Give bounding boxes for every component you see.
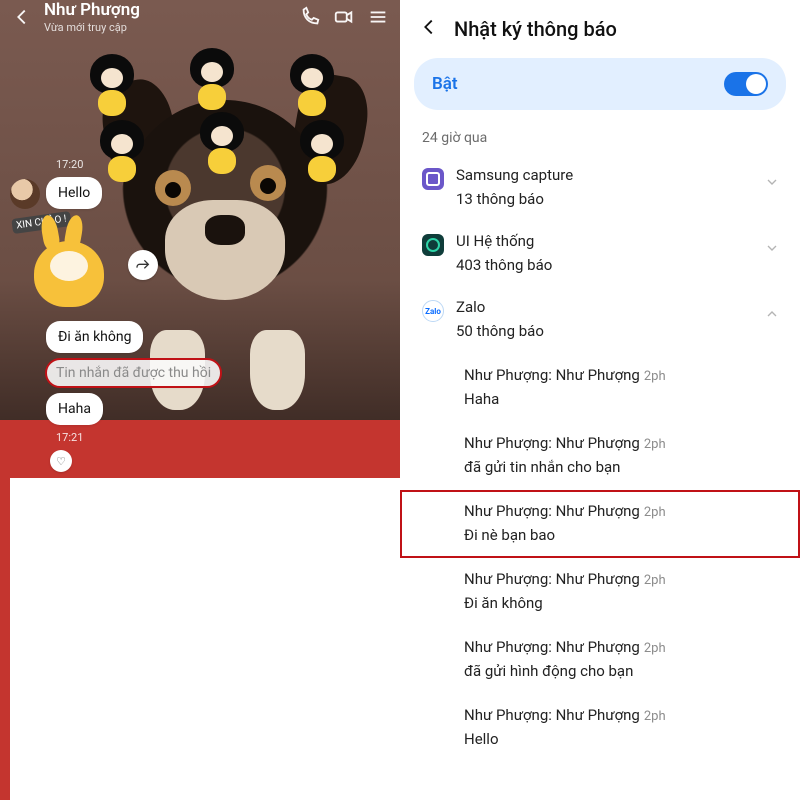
back-icon[interactable]: [418, 16, 440, 42]
message-row: Đi ăn không: [10, 321, 390, 353]
notif-title: Như Phượng: Như Phượng: [464, 706, 640, 724]
app-count: 403 thông báo: [456, 256, 778, 274]
contact-name: Như Phượng: [44, 0, 140, 20]
notif-title: Như Phượng: Như Phượng: [464, 434, 640, 452]
notif-title: Như Phượng: Như Phượng: [464, 638, 640, 656]
notif-time: 2ph: [644, 369, 666, 384]
notif-time: 2ph: [644, 505, 666, 520]
notif-body: Đi nè bạn bao: [464, 526, 778, 544]
message-bubble[interactable]: Hello: [46, 177, 102, 209]
bunny-sticker[interactable]: XIN CHÀO !: [16, 215, 116, 315]
log-header: Nhật ký thông báo: [400, 0, 800, 52]
notification-item[interactable]: Như Phượng: Như Phượng 2ph đã gửi hình độ…: [400, 626, 800, 694]
notif-title: Như Phượng: Như Phượng: [464, 366, 640, 384]
back-icon[interactable]: [10, 5, 34, 29]
notif-time: 2ph: [644, 437, 666, 452]
notification-item[interactable]: Như Phượng: Như Phượng 2ph Đi ăn không: [400, 558, 800, 626]
message-row: Hello: [10, 177, 390, 209]
app-count: 13 thông báo: [456, 190, 778, 208]
notif-body: đã gửi tin nhắn cho bạn: [464, 458, 778, 476]
notif-title: Như Phượng: Như Phượng: [464, 570, 640, 588]
chevron-down-icon: [764, 174, 780, 194]
zalo-icon: Zalo: [422, 300, 444, 322]
notification-item[interactable]: Như Phượng: Như Phượng 2ph Hello: [400, 694, 800, 762]
message-row-self: Ủa gì thu hồi dị ;)))): [10, 478, 400, 800]
sticker-row: XIN CHÀO !: [10, 215, 390, 315]
chevron-down-icon: [764, 240, 780, 260]
app-count: 50 thông báo: [456, 322, 778, 340]
notif-time: 2ph: [644, 709, 666, 724]
chat-header: Như Phượng Vừa mới truy cập: [0, 0, 400, 34]
video-call-icon[interactable]: [332, 5, 356, 29]
contact-block[interactable]: Như Phượng Vừa mới truy cập: [44, 0, 140, 34]
message-bubble[interactable]: Đi ăn không: [46, 321, 143, 353]
notification-log-screen: Nhật ký thông báo Bật 24 giờ qua Samsung…: [400, 0, 800, 800]
reaction-button[interactable]: ♡: [50, 450, 72, 472]
app-name: UI Hệ thống: [456, 232, 778, 250]
app-name: Zalo: [456, 298, 778, 316]
message-bubble[interactable]: Haha: [46, 393, 103, 425]
toggle-switch[interactable]: [724, 72, 768, 96]
toggle-row[interactable]: Bật: [414, 58, 786, 110]
notif-title: Như Phượng: Như Phượng: [464, 502, 640, 520]
samsung-capture-icon: [422, 168, 444, 190]
system-ui-icon: [422, 234, 444, 256]
app-item-samsung-capture[interactable]: Samsung capture 13 thông báo: [400, 156, 800, 222]
contact-status: Vừa mới truy cập: [44, 21, 140, 34]
timestamp: 17:20: [56, 158, 390, 171]
message-row: Haha: [10, 393, 390, 425]
chat-screen: Như Phượng Vừa mới truy cập 17:20 Hello: [0, 0, 400, 800]
notification-item[interactable]: Như Phượng: Như Phượng 2ph Haha: [400, 354, 800, 422]
page-title: Nhật ký thông báo: [454, 17, 617, 41]
recalled-message[interactable]: Tin nhắn đã được thu hồi: [46, 359, 221, 387]
menu-icon[interactable]: [366, 5, 390, 29]
timestamp: 17:21: [56, 431, 390, 444]
toggle-label: Bật: [432, 74, 458, 94]
app-item-system-ui[interactable]: UI Hệ thống 403 thông báo: [400, 222, 800, 288]
chat-body[interactable]: 17:20 Hello XIN CHÀO ! Đi ăn không Tin n…: [0, 34, 400, 800]
notif-body: Đi ăn không: [464, 594, 778, 612]
notif-body: Haha: [464, 390, 778, 408]
notif-time: 2ph: [644, 573, 666, 588]
notification-item-highlighted[interactable]: Như Phượng: Như Phượng 2ph Đi nè bạn bao: [400, 490, 800, 558]
avatar[interactable]: [10, 179, 40, 209]
notif-time: 2ph: [644, 641, 666, 656]
recalled-row: Tin nhắn đã được thu hồi: [10, 359, 390, 387]
notification-item[interactable]: Như Phượng: Như Phượng 2ph đã gửi tin nhắ…: [400, 422, 800, 490]
app-item-zalo[interactable]: Zalo Zalo 50 thông báo: [400, 288, 800, 354]
notif-body: đã gửi hình động cho bạn: [464, 662, 778, 680]
call-icon[interactable]: [298, 5, 322, 29]
notif-body: Hello: [464, 730, 778, 748]
forward-button[interactable]: [128, 250, 158, 280]
section-label: 24 giờ qua: [400, 124, 800, 156]
app-name: Samsung capture: [456, 166, 778, 184]
chevron-up-icon: [764, 306, 780, 326]
